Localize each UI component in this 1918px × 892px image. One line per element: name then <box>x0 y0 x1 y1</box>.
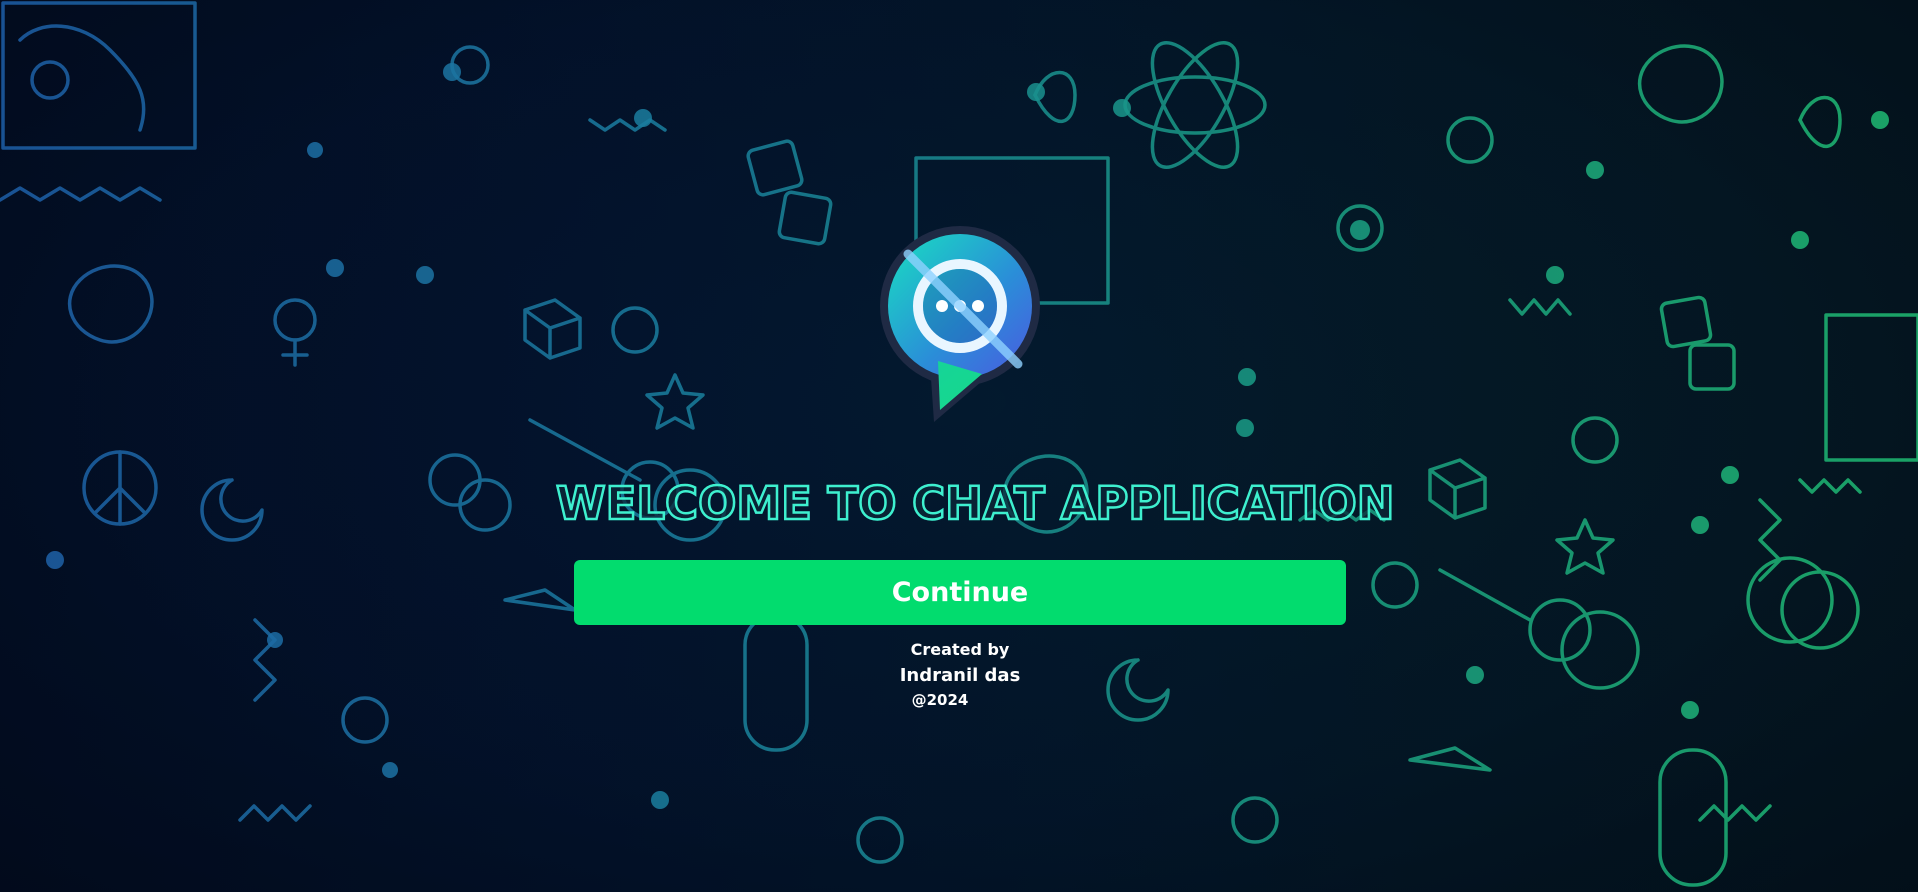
created-by-label: Created by <box>910 640 1010 659</box>
credits-block: Created by Indranil das @2024 <box>860 638 1060 710</box>
welcome-screen: WELCOME TO CHAT APPLICATION Continue Cre… <box>0 0 1918 892</box>
chat-bubble-logo-icon <box>880 226 1040 422</box>
welcome-title: WELCOME TO CHAT APPLICATION <box>555 476 1396 532</box>
copyright-year: @2024 <box>911 691 969 709</box>
author-name: Indranil das <box>899 665 1021 686</box>
welcome-content: WELCOME TO CHAT APPLICATION Continue Cre… <box>0 0 1918 892</box>
continue-button[interactable]: Continue <box>574 560 1346 625</box>
